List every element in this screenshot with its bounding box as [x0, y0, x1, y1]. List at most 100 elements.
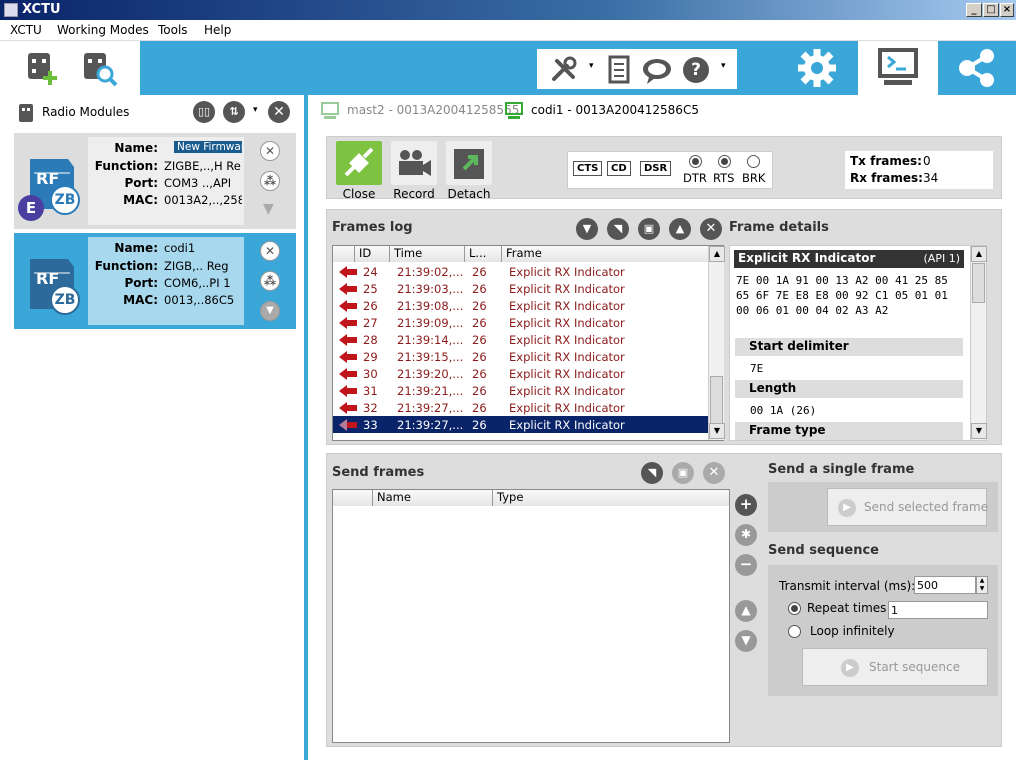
disconnect-module-icon[interactable]: ✕	[260, 141, 280, 161]
clear-log-icon[interactable]: ◥	[607, 218, 629, 240]
repeat-times-radio[interactable]	[788, 602, 801, 615]
lock-scroll-icon[interactable]: ▲	[669, 218, 691, 240]
start-sequence-button[interactable]: ▶ Start sequence	[802, 648, 988, 686]
tab-codi1[interactable]: codi1 - 0013A200412586C5	[531, 103, 699, 117]
scroll-down-icon[interactable]: ▼	[709, 423, 725, 439]
frame-row[interactable]: 25 21:39:03,... 26 Explicit RX Indicator	[333, 280, 709, 297]
remove-frame-icon[interactable]: −	[735, 554, 757, 576]
frame-type: Explicit RX Indicator	[509, 418, 625, 432]
module-mac-label: MAC:	[123, 193, 158, 207]
help-dropdown-arrow-icon[interactable]: ▾	[721, 61, 726, 71]
frame-id: 25	[363, 282, 378, 296]
transmit-interval-input[interactable]	[914, 576, 976, 594]
close-connection-button[interactable]	[336, 141, 382, 185]
tab-mast2[interactable]: mast2 - 0013A20041258565	[347, 103, 519, 117]
scroll-up-icon[interactable]: ▲	[709, 246, 725, 262]
loop-infinitely-radio[interactable]	[788, 625, 801, 638]
frame-row[interactable]: 30 21:39:20,... 26 Explicit RX Indicator	[333, 365, 709, 382]
badge-rf-label: RF	[36, 169, 60, 188]
record-button[interactable]	[391, 141, 437, 185]
column-header-type[interactable]: Type	[493, 490, 729, 506]
sort-modules-icon[interactable]: ⇅	[223, 101, 245, 123]
menu-tools[interactable]: Tools	[158, 23, 188, 37]
discover-devices-icon[interactable]	[80, 49, 118, 87]
frame-row[interactable]: 29 21:39:15,... 26 Explicit RX Indicator	[333, 348, 709, 365]
module-mac-value: 0013A2,..,2585(	[164, 193, 242, 207]
detach-button[interactable]	[446, 141, 492, 185]
maximize-button[interactable]: □	[983, 3, 999, 17]
add-device-icon[interactable]	[24, 49, 62, 87]
column-header-id[interactable]: ID	[355, 246, 390, 262]
column-header-name[interactable]: Name	[373, 490, 493, 506]
tools-dropdown-arrow-icon[interactable]: ▾	[589, 61, 594, 71]
chat-feedback-icon[interactable]	[641, 55, 673, 85]
rts-toggle[interactable]	[718, 155, 731, 168]
module-function-value: ZIGB,.. Reg	[164, 259, 229, 273]
move-up-icon[interactable]: ▲	[735, 600, 757, 622]
configuration-mode-gear-icon[interactable]	[795, 47, 839, 89]
frame-row[interactable]: 24 21:39:02,... 26 Explicit RX Indicator	[333, 263, 709, 280]
discover-radio-nodes-icon[interactable]: ⁂	[260, 171, 280, 191]
column-header-length[interactable]: L...	[465, 246, 502, 262]
disconnect-module-icon[interactable]: ✕	[260, 241, 280, 261]
frame-details-scrollbar[interactable]: ▲ ▼	[970, 246, 987, 440]
menu-working-modes[interactable]: Working Modes	[57, 23, 149, 37]
rx-arrow-icon	[339, 334, 357, 346]
frame-row[interactable]: 31 21:39:21,... 26 Explicit RX Indicator	[333, 382, 709, 399]
module-name-value[interactable]: New Firmwar	[174, 141, 242, 153]
frame-time: 21:39:09,...	[397, 316, 464, 330]
close-log-icon[interactable]: ✕	[700, 218, 722, 240]
tools-icon[interactable]	[549, 55, 579, 85]
length-section[interactable]: Length	[735, 380, 963, 398]
add-frame-list-icon[interactable]: ◥	[641, 462, 663, 484]
brk-toggle[interactable]	[747, 155, 760, 168]
filter-icon[interactable]: ▼	[576, 218, 598, 240]
scroll-down-icon[interactable]: ▼	[971, 423, 987, 439]
profile-list-icon[interactable]	[607, 55, 633, 85]
minimize-button[interactable]: _	[966, 3, 982, 17]
compare-modules-icon[interactable]: ▯▯	[193, 101, 215, 123]
frame-details-api: (API 1)	[923, 252, 960, 265]
send-frames-title: Send frames	[332, 465, 425, 480]
expand-module-icon[interactable]: ▼	[263, 201, 274, 217]
frame-time: 21:39:08,...	[397, 299, 464, 313]
interval-spinner-icon[interactable]: ▲ ▼	[976, 576, 988, 594]
frame-row-selected[interactable]: 33 21:39:27,... 26 Explicit RX Indicator	[333, 416, 709, 433]
network-mode-icon[interactable]	[955, 46, 999, 90]
frame-row[interactable]: 27 21:39:09,... 26 Explicit RX Indicator	[333, 314, 709, 331]
column-header-time[interactable]: Time	[390, 246, 465, 262]
scroll-thumb[interactable]	[710, 376, 723, 424]
frame-row[interactable]: 32 21:39:27,... 26 Explicit RX Indicator	[333, 399, 709, 416]
repeat-times-label: Repeat times	[807, 601, 887, 615]
frame-time: 21:39:21,...	[397, 384, 464, 398]
sort-dropdown-arrow-icon[interactable]: ▾	[253, 105, 258, 115]
frames-log-scrollbar[interactable]: ▲ ▼	[708, 246, 725, 440]
consoles-mode-tab[interactable]	[858, 41, 938, 95]
save-frames-icon[interactable]: ▣	[672, 462, 694, 484]
move-down-icon[interactable]: ▼	[735, 630, 757, 652]
frame-row[interactable]: 26 21:39:08,... 26 Explicit RX Indicator	[333, 297, 709, 314]
send-selected-frame-button[interactable]: ▶ Send selected frame	[827, 488, 988, 526]
scroll-thumb[interactable]	[972, 263, 985, 303]
remove-frames-icon[interactable]: ✕	[703, 462, 725, 484]
menu-help[interactable]: Help	[204, 23, 231, 37]
scroll-up-icon[interactable]: ▲	[971, 246, 987, 262]
module-mac-label: MAC:	[123, 293, 158, 307]
frame-type-section[interactable]: Frame type	[735, 422, 963, 440]
discover-radio-nodes-icon[interactable]: ⁂	[260, 271, 280, 291]
repeat-times-input[interactable]	[888, 601, 988, 619]
close-window-button[interactable]: ×	[1000, 3, 1014, 17]
edit-frame-icon[interactable]: ✱	[735, 524, 757, 546]
help-icon[interactable]: ?	[683, 57, 709, 83]
expand-module-icon[interactable]: ▼	[260, 301, 280, 321]
remove-all-modules-icon[interactable]: ✕	[268, 101, 290, 123]
radio-module-card[interactable]: RF ZB E Name: New Firmwar Function: ZIGB…	[14, 133, 296, 229]
radio-module-card-selected[interactable]: RF ZB Name: codi1 Function: ZIGB,.. Reg …	[14, 233, 296, 329]
dtr-toggle[interactable]	[689, 155, 702, 168]
menu-xctu[interactable]: XCTU	[10, 23, 42, 37]
add-frame-icon[interactable]: +	[735, 494, 757, 516]
start-delimiter-section[interactable]: Start delimiter	[735, 338, 963, 356]
frame-row[interactable]: 28 21:39:14,... 26 Explicit RX Indicator	[333, 331, 709, 348]
column-header-frame[interactable]: Frame	[502, 246, 709, 262]
save-log-icon[interactable]: ▣	[638, 218, 660, 240]
